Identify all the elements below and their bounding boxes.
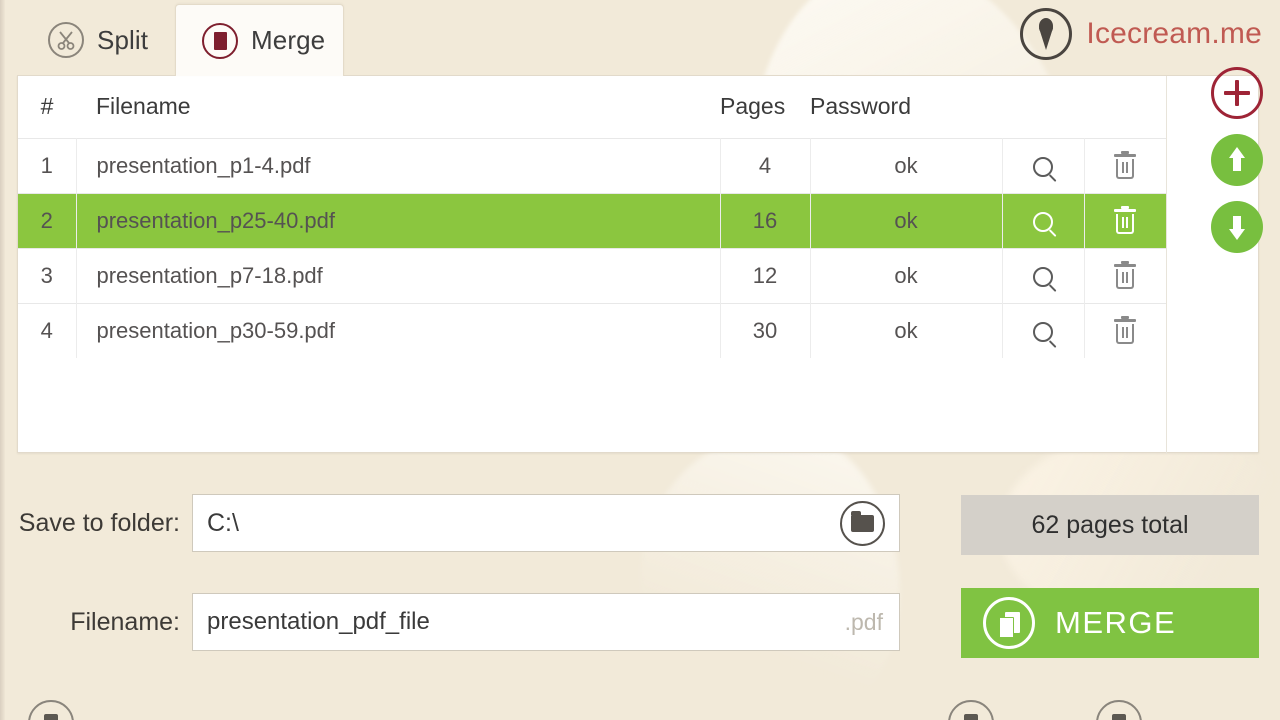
preview-button[interactable] <box>1002 192 1085 248</box>
pages-total-box: 62 pages total <box>961 495 1259 555</box>
merge-button[interactable]: MERGE <box>961 588 1259 658</box>
browse-folder-button[interactable] <box>840 500 885 546</box>
delete-button[interactable] <box>1084 137 1166 193</box>
delete-button[interactable] <box>1084 247 1166 303</box>
column-header-password: Password <box>810 93 911 120</box>
column-header-delete <box>1084 76 1166 138</box>
document-icon <box>202 22 238 59</box>
trash-icon <box>1114 260 1137 289</box>
save-folder-value: C:\ <box>207 508 239 537</box>
magnifier-icon <box>1033 266 1053 287</box>
arrow-down-icon <box>1225 214 1249 240</box>
icecream-cone-icon <box>1020 8 1073 60</box>
table-row[interactable]: 1 presentation_p1-4.pdf 4 ok <box>18 137 1166 193</box>
brand-logo[interactable]: Icecream.me <box>1020 8 1262 60</box>
info-icon[interactable] <box>948 700 994 720</box>
delete-button[interactable] <box>1084 302 1166 358</box>
row-password: ok <box>810 247 1003 303</box>
save-folder-input[interactable]: C:\ <box>192 494 900 552</box>
magnifier-icon <box>1033 321 1053 342</box>
table-row[interactable]: 4 presentation_p30-59.pdf 30 ok <box>18 302 1166 358</box>
save-folder-row: Save to folder: C:\ <box>0 494 900 552</box>
row-filename: presentation_p30-59.pdf <box>76 302 721 358</box>
merge-button-label: MERGE <box>1055 605 1177 640</box>
row-pages: 16 <box>720 192 811 248</box>
output-filename-label: Filename: <box>70 607 180 636</box>
row-filename: presentation_p1-4.pdf <box>76 137 721 193</box>
row-number: 4 <box>18 302 77 358</box>
tab-merge[interactable]: Merge <box>175 4 344 76</box>
column-header-preview <box>1002 76 1084 138</box>
table-header-row: # Filename Pages Password <box>18 76 1166 138</box>
file-extension-suffix: .pdf <box>844 608 883 635</box>
bottom-toolbar <box>0 700 1280 720</box>
move-up-button[interactable] <box>1211 134 1263 186</box>
settings-icon[interactable] <box>28 700 74 720</box>
save-folder-label: Save to folder: <box>18 508 180 537</box>
add-file-button[interactable] <box>1211 67 1263 119</box>
trash-icon <box>1114 316 1137 345</box>
brand-name: Icecream.me <box>1086 17 1262 50</box>
row-password: ok <box>810 192 1003 248</box>
row-pages: 4 <box>720 137 811 193</box>
preview-button[interactable] <box>1002 247 1085 303</box>
column-header-pages: Pages <box>720 93 786 120</box>
column-header-filename: Filename <box>96 93 191 120</box>
delete-button[interactable] <box>1084 192 1166 248</box>
output-filename-input[interactable]: presentation_pdf_file .pdf <box>192 593 900 651</box>
output-filename-value: presentation_pdf_file <box>207 608 430 635</box>
file-list-panel: # Filename Pages Password 1 presentation… <box>17 75 1259 454</box>
preview-button[interactable] <box>1002 137 1085 193</box>
table-row[interactable]: 2 presentation_p25-40.pdf 16 ok <box>18 192 1166 248</box>
row-number: 3 <box>18 247 77 303</box>
magnifier-icon <box>1033 211 1053 232</box>
magnifier-icon <box>1033 156 1053 177</box>
scissors-icon <box>48 22 84 58</box>
output-filename-row: Filename: presentation_pdf_file .pdf <box>0 593 900 651</box>
trash-icon <box>1114 150 1137 179</box>
move-down-button[interactable] <box>1211 201 1263 253</box>
table-row[interactable]: 3 presentation_p7-18.pdf 12 ok <box>18 247 1166 303</box>
tab-merge-label: Merge <box>251 25 326 55</box>
row-pages: 12 <box>720 247 811 303</box>
file-table: # Filename Pages Password 1 presentation… <box>18 76 1166 358</box>
row-number: 1 <box>18 137 77 193</box>
arrow-up-icon <box>1225 147 1249 173</box>
documents-stack-icon <box>983 597 1035 649</box>
help-icon[interactable] <box>1096 700 1142 720</box>
tab-split[interactable]: Split <box>22 4 174 76</box>
tab-split-label: Split <box>97 24 149 55</box>
tab-bar: Split Merge Icecream.me <box>0 0 1280 76</box>
trash-icon <box>1114 205 1137 234</box>
row-pages: 30 <box>720 302 811 358</box>
row-password: ok <box>810 137 1003 193</box>
row-number: 2 <box>18 192 77 248</box>
row-password: ok <box>810 302 1003 358</box>
pages-total-label: 62 pages total <box>1031 510 1189 539</box>
preview-button[interactable] <box>1002 302 1085 358</box>
file-action-buttons <box>1190 67 1280 253</box>
table-right-divider <box>1166 76 1167 454</box>
column-header-number: # <box>40 93 54 120</box>
folder-icon <box>851 510 874 532</box>
row-filename: presentation_p7-18.pdf <box>76 247 721 303</box>
row-filename: presentation_p25-40.pdf <box>76 192 721 248</box>
